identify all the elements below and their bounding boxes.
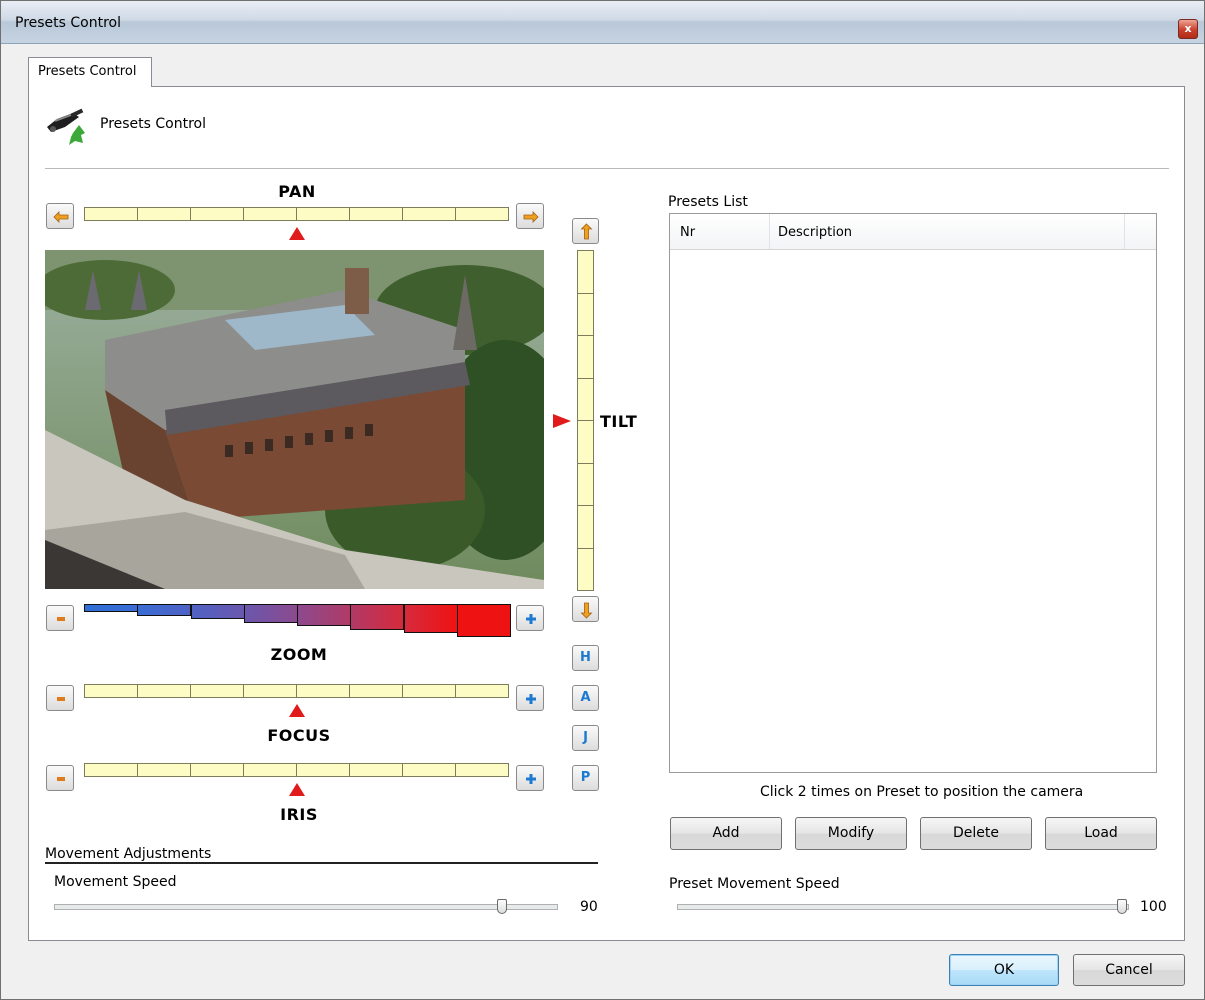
- arrow-right-icon: [523, 211, 539, 223]
- column-header-description[interactable]: Description: [778, 225, 852, 240]
- close-icon: x: [1184, 22, 1192, 35]
- arrow-up-icon: [580, 223, 593, 240]
- movement-speed-slider-thumb[interactable]: [496, 899, 507, 914]
- tilt-down-button[interactable]: [572, 596, 599, 622]
- arrow-left-icon: [53, 211, 69, 223]
- focus-position-marker[interactable]: [288, 704, 305, 717]
- focus-caption: FOCUS: [267, 726, 331, 745]
- zoom-level-segment: [350, 604, 404, 630]
- zoom-level-segment: [297, 604, 351, 626]
- pan-right-button[interactable]: [516, 203, 544, 229]
- presets-list[interactable]: Nr Description: [669, 213, 1157, 773]
- presets-list-header: Nr Description: [670, 214, 1156, 250]
- delete-button[interactable]: Delete: [920, 817, 1032, 850]
- window-title: Presets Control: [15, 15, 122, 31]
- add-button[interactable]: Add: [670, 817, 782, 850]
- presets-list-label: Presets List: [668, 194, 748, 210]
- iris-minus-button[interactable]: [46, 765, 74, 791]
- plus-icon: [526, 614, 536, 624]
- preset-movement-speed-value: 100: [1140, 899, 1167, 915]
- home-h-button[interactable]: H: [572, 645, 599, 671]
- plus-icon: [526, 774, 536, 784]
- header-separator: [45, 168, 1169, 169]
- focus-track[interactable]: [84, 684, 509, 698]
- tilt-track[interactable]: [577, 250, 594, 591]
- p-icon: P: [580, 770, 591, 785]
- zoom-out-button[interactable]: [46, 605, 74, 631]
- zoom-level-segment: [404, 604, 458, 633]
- tab-label: Presets Control: [38, 64, 137, 79]
- tilt-position-marker[interactable]: [553, 413, 571, 428]
- focus-plus-button[interactable]: [516, 685, 544, 711]
- minus-icon: [57, 777, 65, 781]
- camera-preview-image: [45, 250, 544, 589]
- iris-track[interactable]: [84, 763, 509, 777]
- cancel-button[interactable]: Cancel: [1073, 954, 1185, 986]
- movement-group-separator: [45, 862, 598, 864]
- preset-movement-speed-slider[interactable]: [677, 904, 1129, 910]
- zoom-level-bar[interactable]: [84, 604, 511, 637]
- pan-caption: PAN: [278, 182, 316, 201]
- j-icon: J: [583, 730, 588, 745]
- close-button[interactable]: x: [1178, 19, 1198, 39]
- movement-speed-slider[interactable]: [54, 904, 558, 910]
- modify-button[interactable]: Modify: [795, 817, 907, 850]
- presets-hint: Click 2 times on Preset to position the …: [760, 784, 1084, 800]
- a-icon: A: [580, 690, 591, 705]
- minus-icon: [57, 617, 65, 621]
- j-button[interactable]: J: [572, 725, 599, 751]
- load-button[interactable]: Load: [1045, 817, 1157, 850]
- movement-adjustments-label: Movement Adjustments: [45, 846, 212, 862]
- column-header-nr[interactable]: Nr: [680, 225, 695, 240]
- zoom-level-segment: [244, 604, 298, 623]
- auto-a-button[interactable]: A: [572, 685, 599, 711]
- pan-position-marker[interactable]: [288, 227, 305, 240]
- pan-track[interactable]: [84, 207, 509, 221]
- tilt-up-button[interactable]: [572, 218, 599, 244]
- tab-presets-control[interactable]: Presets Control: [28, 57, 152, 87]
- arrow-down-icon: [580, 602, 593, 619]
- ok-button[interactable]: OK: [949, 954, 1059, 986]
- preset-p-button[interactable]: P: [572, 765, 599, 791]
- iris-plus-button[interactable]: [516, 765, 544, 791]
- h-icon: H: [580, 650, 591, 665]
- zoom-level-segment: [191, 604, 245, 619]
- header-label: Presets Control: [100, 116, 207, 132]
- column-divider[interactable]: [769, 214, 770, 249]
- ptz-camera-icon: [47, 108, 85, 145]
- movement-speed-value: 90: [580, 899, 598, 915]
- preset-movement-speed-label: Preset Movement Speed: [669, 876, 840, 892]
- pan-left-button[interactable]: [46, 203, 74, 229]
- zoom-level-segment: [84, 604, 138, 612]
- plus-icon: [526, 694, 536, 704]
- iris-caption: IRIS: [280, 805, 318, 824]
- minus-icon: [57, 697, 65, 701]
- focus-minus-button[interactable]: [46, 685, 74, 711]
- column-divider[interactable]: [1124, 214, 1125, 249]
- zoom-caption: ZOOM: [270, 645, 328, 664]
- zoom-level-segment: [137, 604, 191, 616]
- presets-control-window: Presets Control x Presets Control Preset…: [0, 0, 1205, 1000]
- zoom-in-button[interactable]: [516, 605, 544, 631]
- zoom-level-segment: [457, 604, 511, 637]
- movement-speed-label: Movement Speed: [54, 874, 177, 890]
- iris-position-marker[interactable]: [288, 783, 305, 796]
- title-bar[interactable]: Presets Control x: [1, 1, 1204, 44]
- preset-movement-speed-slider-thumb[interactable]: [1117, 899, 1127, 914]
- tilt-caption: TILT: [600, 412, 638, 431]
